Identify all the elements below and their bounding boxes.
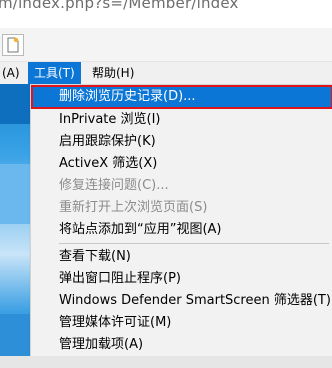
menu-bar: (A) 工具(T) 帮助(H) xyxy=(0,62,332,84)
page-background-band xyxy=(0,84,30,124)
page-bottom-strip xyxy=(0,356,332,368)
menu-item-delete-browsing-history[interactable]: 删除浏览历史记录(D)... xyxy=(31,85,332,109)
menu-item-add-site-to-apps[interactable]: 将站点添加到“应用”视图(A) xyxy=(32,219,332,241)
menu-item-activex-filtering[interactable]: ActiveX 筛选(X) xyxy=(32,153,332,175)
menu-item-inprivate-browsing[interactable]: InPrivate 浏览(I) xyxy=(32,109,332,131)
menu-item-help[interactable]: 帮助(H) xyxy=(86,62,140,84)
page-background-band xyxy=(0,164,30,224)
page-background xyxy=(0,84,30,368)
page-icon xyxy=(7,37,19,53)
menu-item-manage-media-licenses[interactable]: 管理媒体许可证(M) xyxy=(32,312,332,334)
menu-item-manage-add-ons[interactable]: 管理加载项(A) xyxy=(32,334,332,356)
menu-item-partial[interactable]: (A) xyxy=(0,62,26,84)
menu-item-tools[interactable]: 工具(T) xyxy=(28,62,81,84)
command-toolbar xyxy=(0,28,332,62)
menu-item-view-downloads[interactable]: 查看下载(N) xyxy=(32,246,332,268)
address-bar[interactable]: m/index.php?s=/Member/index xyxy=(0,0,332,28)
menu-item-tracking-protection[interactable]: 启用跟踪保护(K) xyxy=(32,131,332,153)
tools-dropdown-menu: 删除浏览历史记录(D)... InPrivate 浏览(I) 启用跟踪保护(K)… xyxy=(30,84,332,356)
menu-separator xyxy=(59,243,329,244)
address-bar-url[interactable]: m/index.php?s=/Member/index xyxy=(0,0,239,12)
menu-item-reopen-last-session: 重新打开上次浏览页面(S) xyxy=(59,200,208,215)
menu-item-fix-connection: 修复连接问题(C)... xyxy=(59,178,169,193)
menu-item-popup-blocker[interactable]: 弹出窗口阻止程序(P) xyxy=(32,268,332,290)
menu-item-smartscreen-filter[interactable]: Windows Defender SmartScreen 筛选器(T) xyxy=(32,290,332,312)
page-menu-button[interactable] xyxy=(2,34,24,56)
